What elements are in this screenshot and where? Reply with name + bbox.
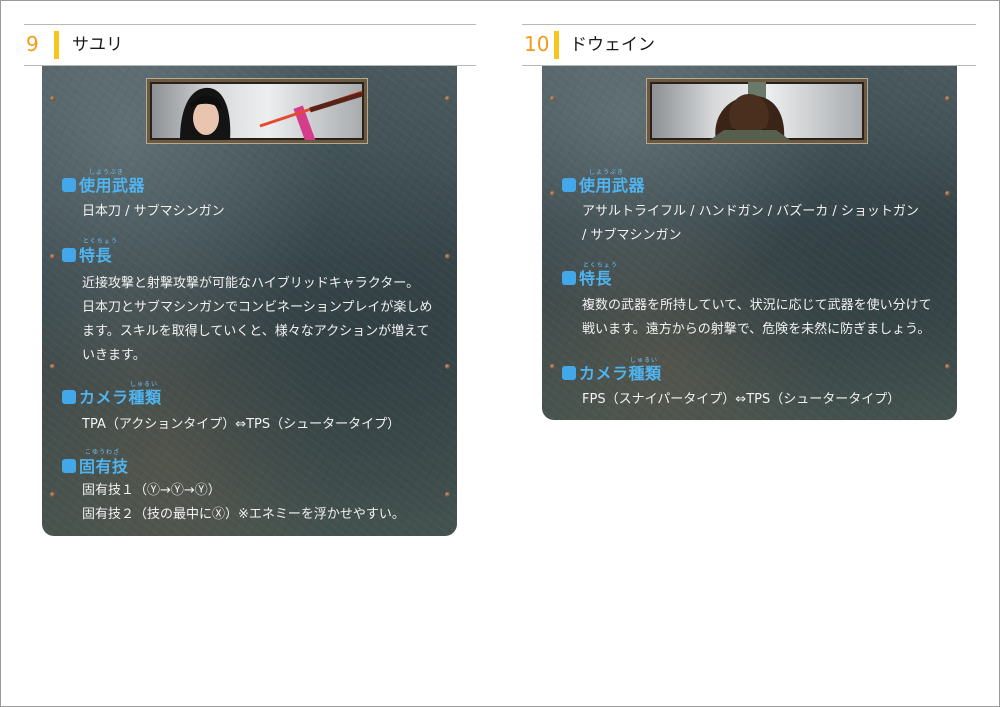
section-title-features: 特長 [562,265,612,289]
rivet [50,364,55,369]
section-text-features: 近接攻撃と射撃攻撃が可能なハイブリッドキャラクター。 日本刀とサブマシンガンでコ… [82,276,433,363]
bullet-square-icon [562,178,576,192]
card-header: 10 ドウェイン [522,24,976,66]
rivet [445,254,450,259]
section-text-weapons: 日本刀 / サブマシンガン [82,204,225,219]
rivet [50,492,55,497]
card-header: 9 サユリ [24,24,476,66]
bullet-square-icon [62,248,76,262]
rivet [550,364,555,369]
section-text-special-moves: 固有技１（Ⓨ→Ⓨ→Ⓨ） 固有技２（技の最中にⓍ）※エネミーを浮かせやすい。 [82,483,405,522]
section-title-features: 特長 [62,242,112,266]
rivet [550,191,555,196]
rivet [945,364,950,369]
character-portrait [147,79,367,143]
bullet-square-icon [562,271,576,285]
section-title-weapons: 使用武器 [562,172,645,196]
section-text-features: 複数の武器を所持していて、状況に応じて武器を使い分けて 戦います。遠方からの射撃… [582,298,932,337]
character-panel: しようぶき 使用武器 アサルトライフル / ハンドガン / バズーカ / ショッ… [542,66,957,420]
character-name: ドウェイン [570,35,655,55]
bullet-square-icon [562,366,576,380]
section-text-camera: FPS（スナイパータイプ）⇔TPS（シュータータイプ） [582,392,901,407]
character-panel: しようぶき 使用武器 日本刀 / サブマシンガン とくちょう 特長 近接攻撃と射… [42,66,457,536]
rivet [50,96,55,101]
section-title-camera: カメラ種類 [62,384,162,408]
rivet [50,254,55,259]
bullet-square-icon [62,459,76,473]
bullet-square-icon [62,390,76,404]
rivet [945,96,950,101]
character-portrait [647,79,867,143]
section-title-special-moves: 固有技 [62,453,129,477]
rivet [945,191,950,196]
rivet [445,96,450,101]
accent-bar [554,31,559,59]
bullet-square-icon [62,178,76,192]
section-text-camera: TPA（アクションタイプ）⇔TPS（シュータータイプ） [82,417,401,432]
card-number: 9 [26,32,39,56]
accent-bar [54,31,59,59]
section-title-weapons: 使用武器 [62,172,145,196]
card-number: 10 [524,32,550,56]
section-title-camera: カメラ種類 [562,360,662,384]
character-name: サユリ [72,35,123,55]
section-text-weapons: アサルトライフル / ハンドガン / バズーカ / ショットガン / サブマシン… [582,204,919,243]
rivet [550,96,555,101]
